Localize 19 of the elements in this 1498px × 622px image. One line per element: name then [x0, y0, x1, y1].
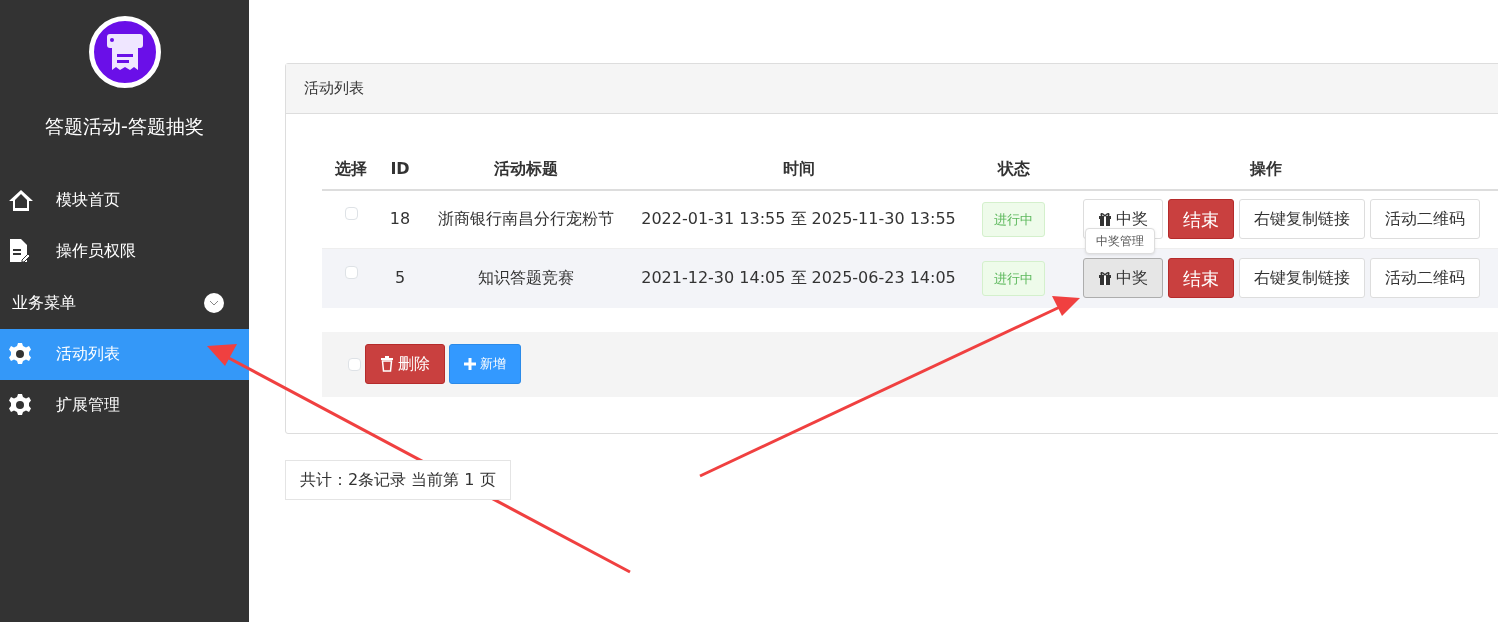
column-header: 状态	[965, 149, 1062, 190]
panel-title: 活动列表	[286, 64, 1498, 114]
table-cell: 18	[389, 209, 411, 229]
table-cell: 2022-01-31 13:55 至 2025-11-30 13:55	[641, 209, 956, 229]
table-cell: 2021-12-30 14:05 至 2025-06-23 14:05	[641, 268, 956, 288]
status-badge: 进行中	[982, 201, 1045, 237]
section-label: 业务菜单	[12, 291, 76, 314]
column-header: 活动标题	[420, 149, 632, 190]
tooltip: 中奖管理	[1085, 228, 1155, 255]
table-cell: 浙商银行南昌分行宠粉节	[438, 209, 614, 229]
table-cell: 知识答题竞赛	[478, 268, 574, 288]
status-badge: 进行中	[982, 260, 1045, 296]
column-header: ID	[380, 149, 420, 190]
app-title: 答题活动-答题抽奖	[44, 114, 205, 139]
column-header: 时间	[632, 149, 965, 190]
table-cell: 5	[394, 268, 406, 288]
column-header: 操作	[1062, 149, 1498, 190]
column-header: 选择	[322, 149, 380, 190]
pagination-info: 共计：2条记录 当前第 1 页	[285, 459, 511, 500]
